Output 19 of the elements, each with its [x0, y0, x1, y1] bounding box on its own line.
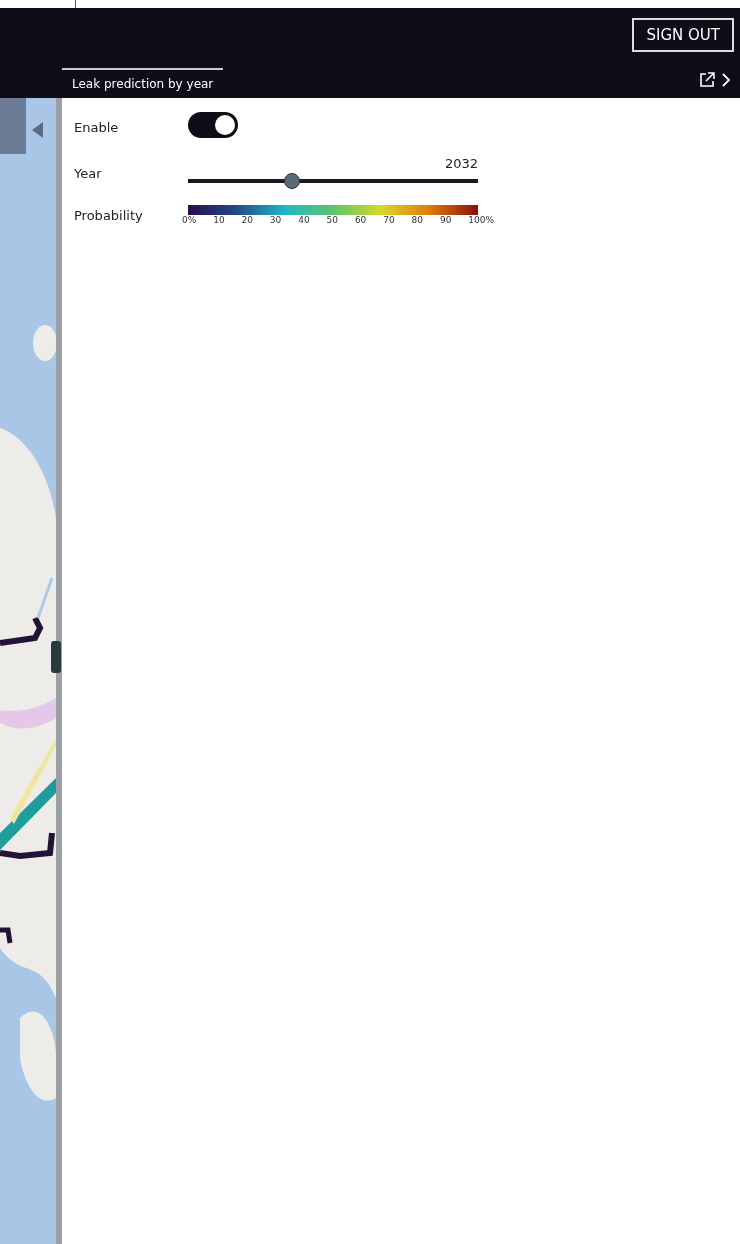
scale-tick-label: 90	[439, 215, 452, 225]
scale-tick-label: 50	[326, 215, 338, 225]
scale-tick-label: 100%	[468, 215, 494, 225]
resize-handle[interactable]	[51, 641, 61, 673]
scale-tick-label: 30	[269, 215, 282, 225]
scale-tick-label: 70	[383, 215, 395, 225]
year-value: 2032	[444, 156, 478, 171]
sign-out-button[interactable]: SIGN OUT	[632, 18, 734, 52]
scale-tick-label: 40	[298, 215, 310, 225]
slider-thumb[interactable]	[283, 173, 300, 189]
caret-left-icon	[32, 122, 44, 138]
scale-tick-label: 20	[241, 215, 253, 225]
enable-toggle[interactable]	[188, 112, 238, 138]
enable-label: Enable	[74, 119, 120, 135]
scale-tick-label: 80	[411, 215, 424, 225]
year-label: Year	[74, 166, 103, 181]
scale-tick-label: 0%	[182, 215, 197, 225]
scale-tick-label: 60	[354, 215, 367, 225]
scale-tick-label: 10	[213, 215, 225, 225]
